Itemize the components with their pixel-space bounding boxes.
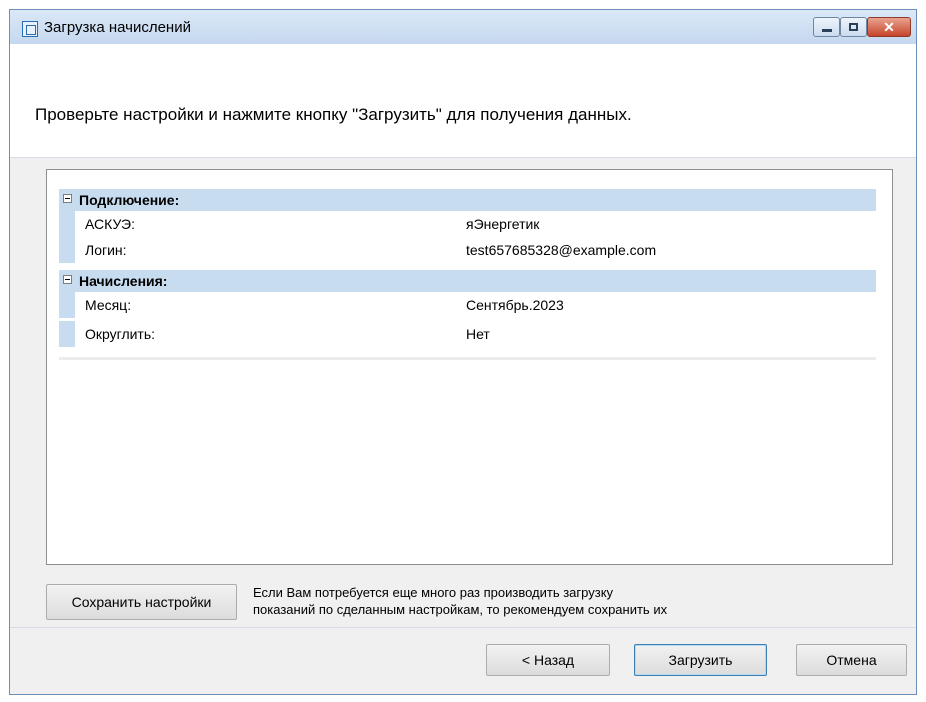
minimize-icon <box>822 29 832 32</box>
property-row-month[interactable]: Месяц: Сентябрь.2023 <box>59 292 876 318</box>
category-charges[interactable]: Начисления: <box>59 270 876 292</box>
save-hint-line: показаний по сделанным настройкам, то ре… <box>253 602 668 617</box>
footer-divider <box>10 627 916 628</box>
grid-divider <box>59 357 876 360</box>
property-name: Логин: <box>85 242 127 258</box>
property-value[interactable]: test657685328@example.com <box>466 242 656 258</box>
load-button[interactable]: Загрузить <box>634 644 767 676</box>
wizard-header: Проверьте настройки и нажмите кнопку "За… <box>10 44 916 158</box>
title-bar[interactable]: Загрузка начислений ✕ <box>10 10 916 44</box>
property-name: АСКУЭ: <box>85 216 135 232</box>
property-value[interactable]: яЭнергетик <box>466 216 539 232</box>
minimize-button[interactable] <box>813 17 840 37</box>
category-label: Подключение: <box>79 192 180 208</box>
property-row-login[interactable]: Логин: test657685328@example.com <box>59 237 876 263</box>
instruction-text: Проверьте настройки и нажмите кнопку "За… <box>35 105 632 124</box>
category-label: Начисления: <box>79 273 168 289</box>
property-name: Округлить: <box>85 326 156 342</box>
maximize-button[interactable] <box>840 17 867 37</box>
save-settings-button[interactable]: Сохранить настройки <box>46 584 237 620</box>
property-row-askue[interactable]: АСКУЭ: яЭнергетик <box>59 211 876 237</box>
property-name: Месяц: <box>85 297 132 313</box>
property-row-round[interactable]: Округлить: Нет <box>59 321 876 347</box>
cancel-button[interactable]: Отмена <box>796 644 907 676</box>
save-hint-line: Если Вам потребуется еще много раз произ… <box>253 585 614 600</box>
close-icon: ✕ <box>883 19 895 35</box>
window-title: Загрузка начислений <box>44 19 191 36</box>
dialog-window: Загрузка начислений ✕ Проверьте настройк… <box>9 9 917 695</box>
collapse-minus-icon[interactable] <box>63 194 72 203</box>
close-button[interactable]: ✕ <box>867 17 911 37</box>
app-window-icon <box>22 21 38 37</box>
property-value[interactable]: Сентябрь.2023 <box>466 297 564 313</box>
property-value[interactable]: Нет <box>466 326 490 342</box>
save-hint-text: Если Вам потребуется еще много раз произ… <box>253 584 813 618</box>
maximize-icon <box>849 23 858 31</box>
back-button[interactable]: < Назад <box>486 644 610 676</box>
category-connection[interactable]: Подключение: <box>59 189 876 211</box>
collapse-minus-icon[interactable] <box>63 275 72 284</box>
property-grid[interactable]: Подключение: АСКУЭ: яЭнергетик Логин: te… <box>46 169 893 565</box>
